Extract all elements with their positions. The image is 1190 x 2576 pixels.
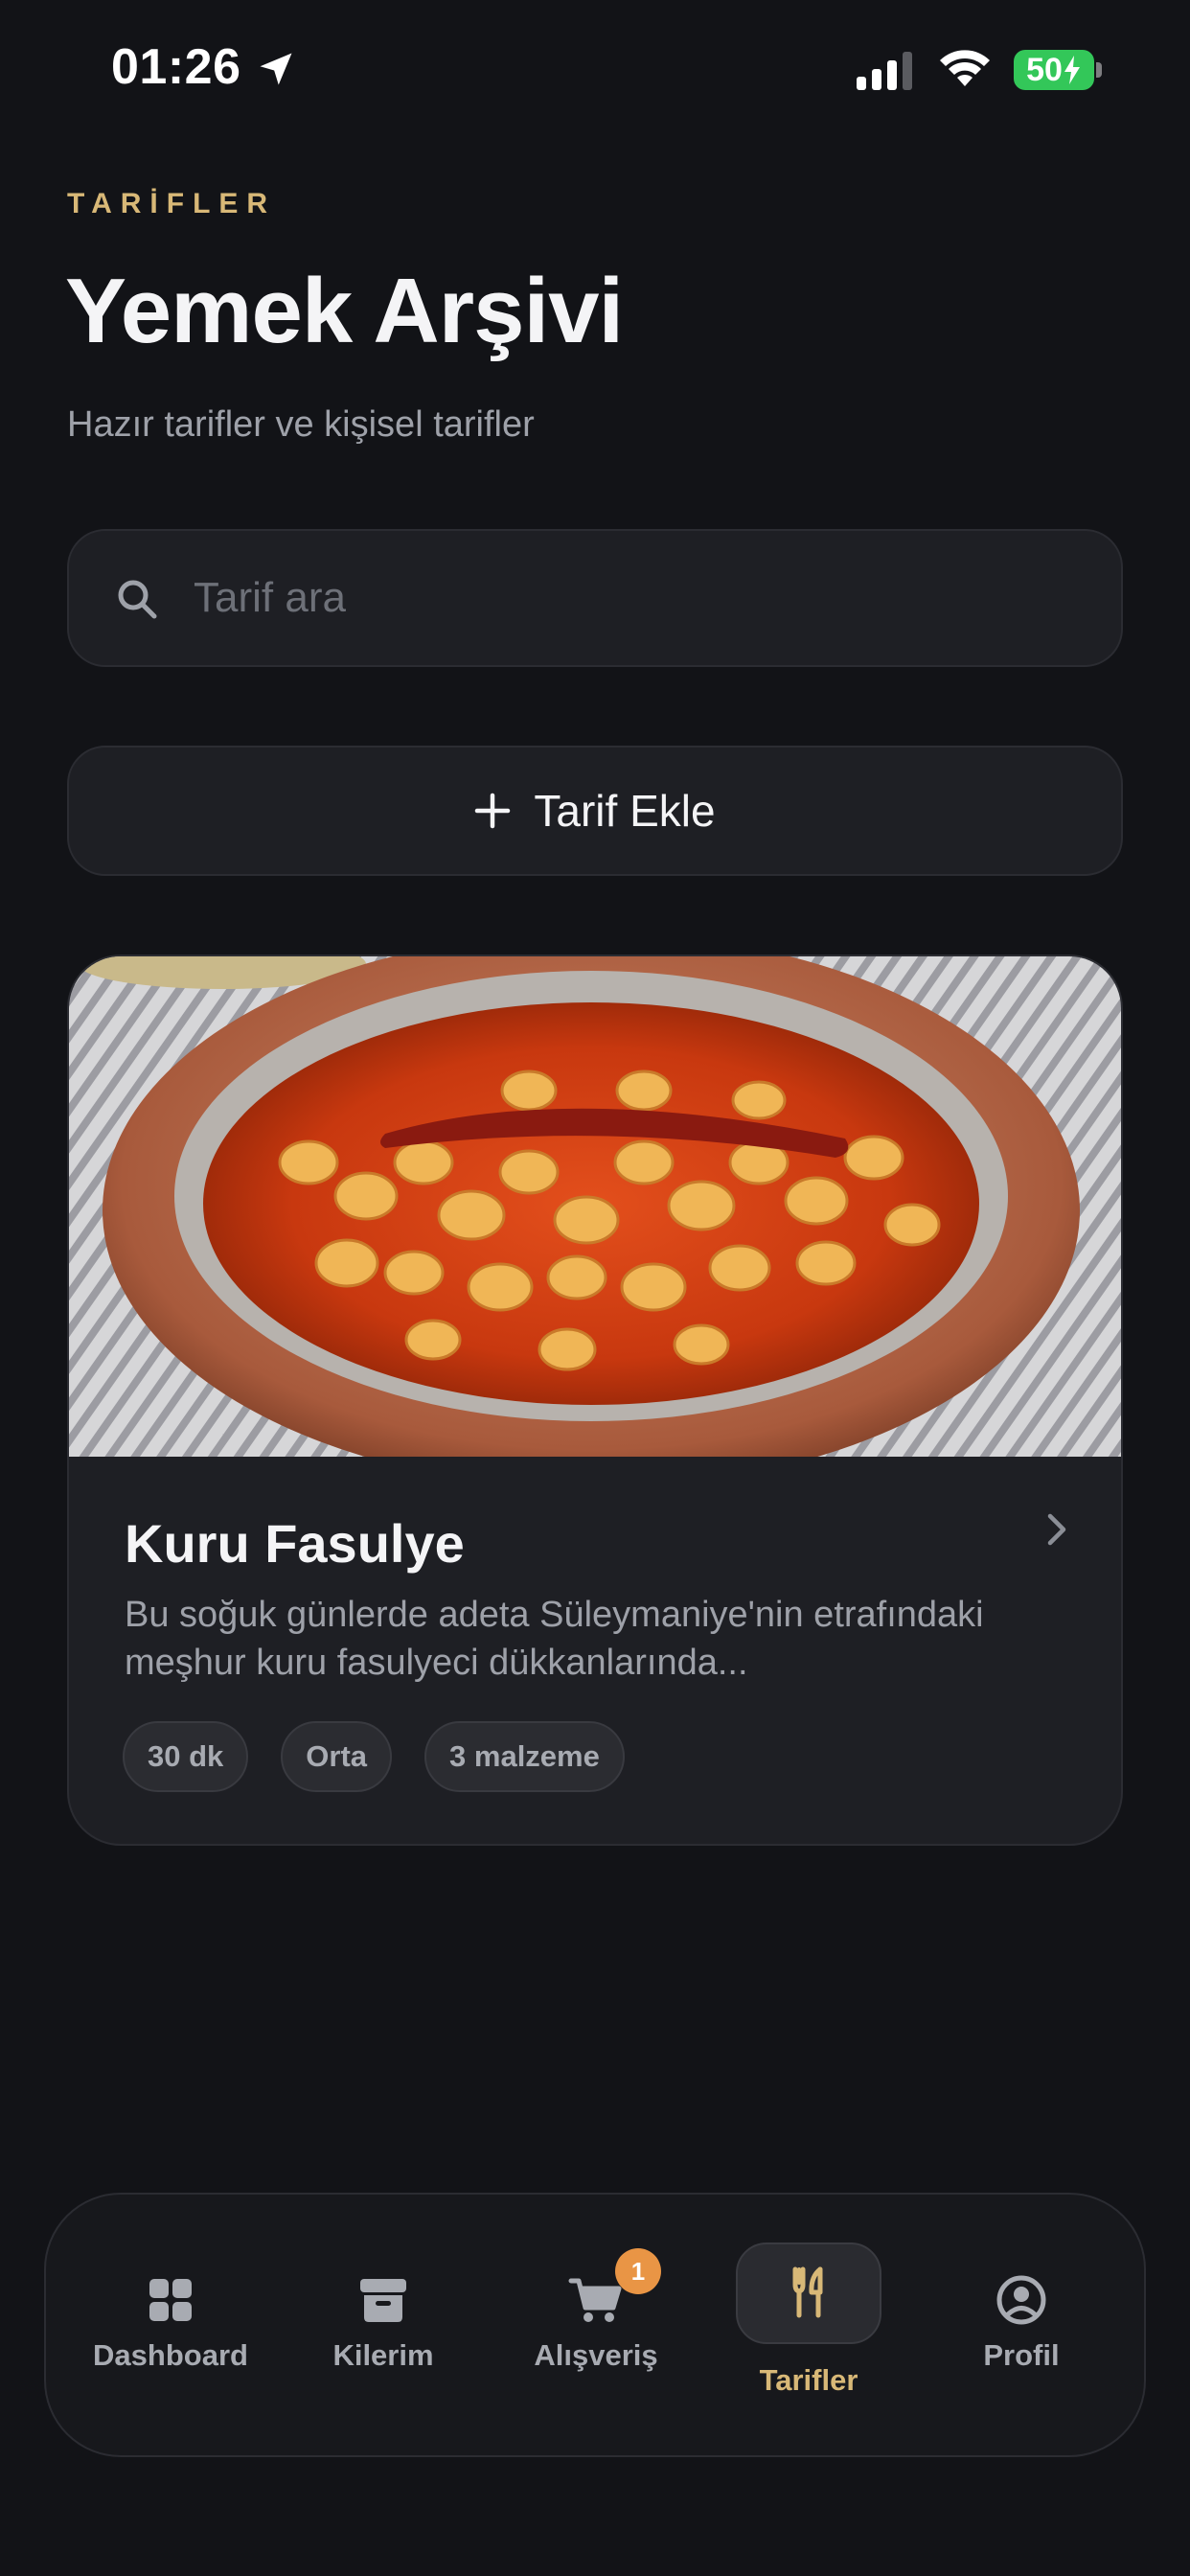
user-circle-icon (996, 2275, 1046, 2325)
tab-tarifler[interactable]: Tarifler (703, 2195, 914, 2459)
tab-profil[interactable]: Profil (916, 2195, 1127, 2459)
signal-icon (857, 52, 912, 90)
search-bar[interactable] (67, 529, 1123, 667)
recipe-description: Bu soğuk günlerde adeta Süleymaniye'nin … (125, 1595, 984, 1683)
recipe-image (69, 956, 1121, 1457)
chevron-right-icon (1047, 1513, 1066, 1546)
tag-ingredient-count: 3 malzeme (424, 1721, 625, 1792)
battery-indicator: 50 (1014, 50, 1094, 90)
tab-label: Tarifler (759, 2363, 858, 2397)
cart-count-badge: 1 (615, 2248, 661, 2294)
tab-label: Kilerim (332, 2338, 434, 2372)
page-subtitle: Hazır tarifler ve kişisel tarifler (67, 404, 535, 445)
location-arrow-icon (260, 53, 292, 85)
search-input[interactable] (194, 560, 1056, 636)
tag-duration: 30 dk (123, 1721, 249, 1792)
wifi-icon (940, 50, 990, 86)
add-recipe-button[interactable]: Tarif Ekle (67, 746, 1123, 876)
recipe-card[interactable]: Kuru Fasulye Bu soğuk günlerde adeta Sül… (67, 954, 1123, 1846)
add-recipe-label: Tarif Ekle (534, 786, 716, 836)
grid-icon (149, 2279, 192, 2321)
search-icon (118, 580, 157, 619)
tab-alisveris[interactable]: Alışveriş (491, 2195, 701, 2459)
plus-icon (475, 793, 511, 829)
bottom-tab-bar: Dashboard Kilerim Alışveriş 1 Tarifler P… (44, 2193, 1146, 2457)
page-title: Yemek Arşivi (65, 260, 624, 362)
battery-level: 50 (1026, 51, 1063, 88)
tab-label: Dashboard (93, 2338, 248, 2372)
tab-label: Profil (983, 2338, 1060, 2372)
recipe-title: Kuru Fasulye (125, 1513, 465, 1574)
fork-knife-icon (792, 2266, 823, 2318)
battery-tip (1096, 62, 1102, 78)
status-time: 01:26 (111, 39, 241, 95)
tab-kilerim[interactable]: Kilerim (278, 2195, 489, 2459)
tab-dashboard[interactable]: Dashboard (65, 2195, 276, 2459)
section-eyebrow: TARİFLER (67, 188, 277, 219)
tag-difficulty: Orta (281, 1721, 393, 1792)
status-bar: 01:26 50 (0, 0, 1190, 144)
charging-bolt-icon (1064, 56, 1080, 84)
tab-label: Alışveriş (534, 2338, 658, 2372)
archive-box-icon (360, 2279, 406, 2322)
recipe-tags: 30 dk Orta 3 malzeme (123, 1721, 625, 1792)
